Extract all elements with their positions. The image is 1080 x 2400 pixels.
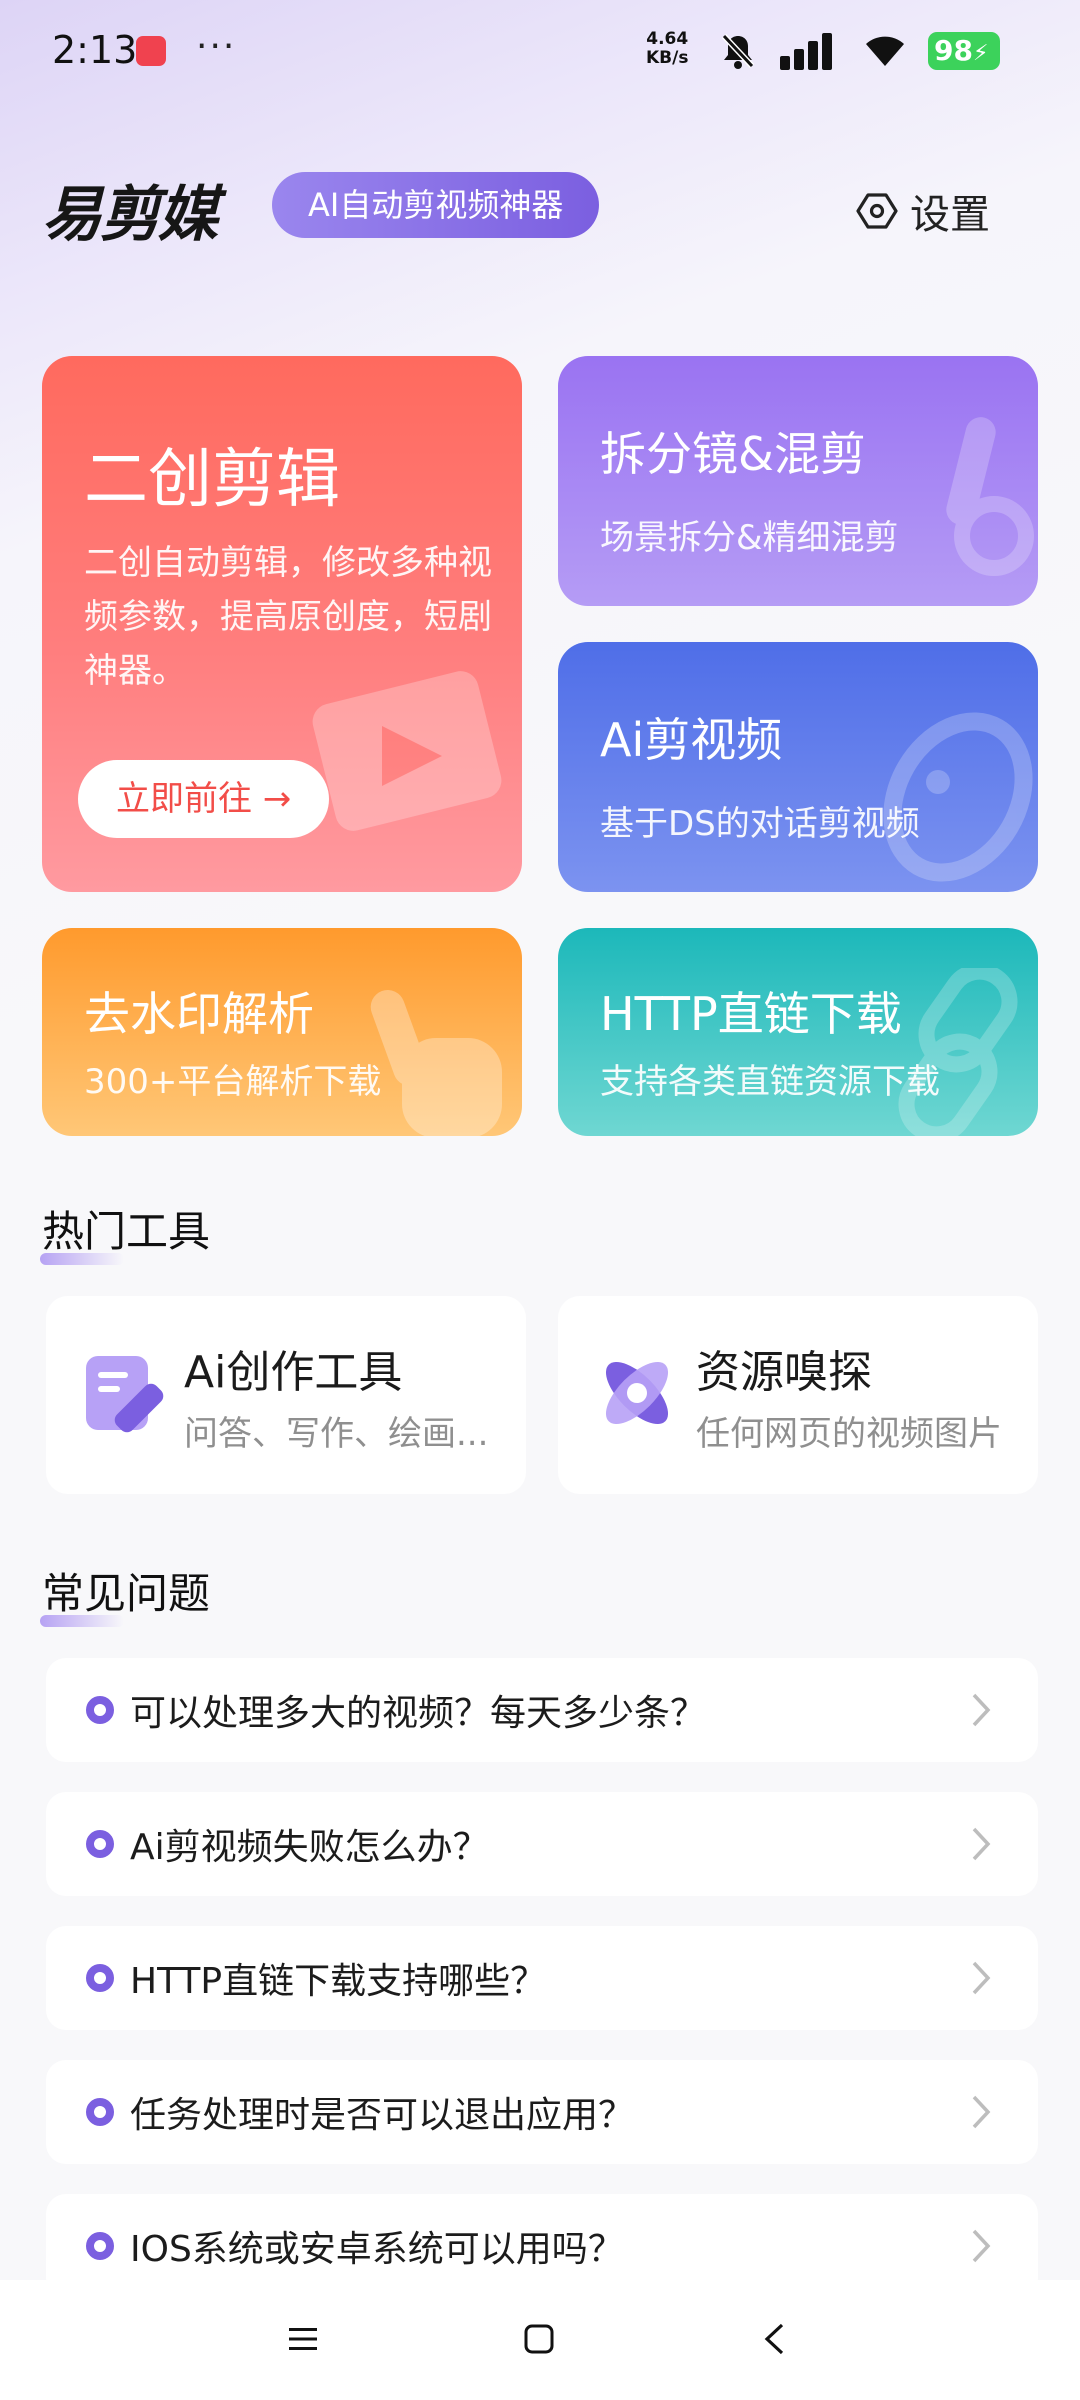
signal-icon	[780, 33, 832, 70]
card-split-mix[interactable]: 拆分镜&混剪 场景拆分&精细混剪	[558, 356, 1038, 606]
bullet-icon	[86, 1964, 114, 1992]
tool-resource-sniffer[interactable]: 资源嗅探 任何网页的视频图片	[558, 1296, 1038, 1494]
chevron-right-icon	[972, 1827, 991, 1861]
network-speed-unit: KB/s	[646, 48, 689, 68]
chevron-right-icon	[972, 2095, 991, 2129]
home-icon[interactable]	[524, 2324, 554, 2354]
card-http-download[interactable]: HTTP直链下载 支持各类直链资源下载	[558, 928, 1038, 1136]
faq-section-title: 常见问题	[40, 1560, 211, 1627]
scissors-icon	[946, 417, 1034, 576]
bullet-icon	[86, 2232, 114, 2260]
battery-level: 98	[934, 34, 973, 67]
faq-question: Ai剪视频失败怎么办？	[130, 1827, 489, 1868]
card-title: HTTP直链下载	[600, 987, 902, 1041]
card-title: 二创剪辑	[84, 443, 340, 517]
card-desc: 基于DS的对话剪视频	[600, 804, 920, 844]
network-speed: 4.64 KB/s	[646, 30, 688, 68]
card-desc: 场景拆分&精细混剪	[600, 518, 899, 558]
app-notification-icon	[136, 36, 166, 66]
tool-desc: 任何网页的视频图片	[696, 1414, 1002, 1454]
card-desc: 二创自动剪辑，修改多种视频参数，提高原创度，短剧神器。	[84, 543, 492, 691]
more-notifications-icon: ···	[196, 26, 237, 67]
card-ai-video[interactable]: Ai剪视频 基于DS的对话剪视频	[558, 642, 1038, 892]
menu-icon[interactable]	[288, 2326, 318, 2352]
faq-question: 任务处理时是否可以退出应用？	[130, 2095, 635, 2136]
faq-title: 常见问题	[42, 1569, 211, 1618]
settings-hex-icon	[856, 193, 898, 229]
faq-question: HTTP直链下载支持哪些？	[130, 1961, 547, 2002]
card-desc: 300+平台解析下载	[84, 1062, 382, 1102]
faq-question: IOS系统或安卓系统可以用吗？	[130, 2229, 624, 2270]
card-secondary-edit[interactable]: 二创剪辑 二创自动剪辑，修改多种视频参数，提高原创度，短剧神器。 立即前往 →	[42, 356, 522, 892]
back-icon[interactable]	[762, 2322, 786, 2356]
card-title: 去水印解析	[84, 987, 314, 1041]
go-now-button[interactable]: 立即前往 →	[78, 760, 330, 838]
tool-title: 资源嗅探	[696, 1347, 872, 1398]
faq-item[interactable]: Ai剪视频失败怎么办？	[46, 1792, 1038, 1896]
settings-button[interactable]: 设置	[856, 182, 990, 240]
card-title: Ai剪视频	[600, 713, 783, 767]
mute-bell-icon	[721, 33, 755, 69]
hot-tools-title: 热门工具	[42, 1207, 211, 1256]
tool-desc: 问答、写作、绘画...	[184, 1414, 489, 1454]
chevron-right-icon	[972, 1693, 991, 1727]
bullet-icon	[86, 1696, 114, 1724]
chevron-right-icon	[972, 1961, 991, 1995]
network-speed-value: 4.64	[646, 29, 689, 49]
card-desc: 支持各类直链资源下载	[600, 1062, 940, 1102]
tool-ai-creation[interactable]: Ai创作工具 问答、写作、绘画...	[46, 1296, 526, 1494]
faq-item[interactable]: 可以处理多大的视频？每天多少条？	[46, 1658, 1038, 1762]
charging-icon: ⚡	[972, 41, 989, 66]
tagline-badge: AI自动剪视频神器	[272, 172, 600, 238]
app-logo: 易剪媒	[42, 180, 218, 250]
faq-item[interactable]: 任务处理时是否可以退出应用？	[46, 2060, 1038, 2164]
bullet-icon	[86, 2098, 114, 2126]
bullet-icon	[86, 1830, 114, 1858]
battery-indicator: 98⚡	[928, 32, 1000, 70]
system-nav-bar	[0, 2280, 1080, 2400]
tool-title: Ai创作工具	[184, 1347, 403, 1398]
card-remove-watermark[interactable]: 去水印解析 300+平台解析下载	[42, 928, 522, 1136]
edit-note-icon	[86, 1356, 164, 1433]
chevron-right-icon	[972, 2229, 991, 2263]
hot-tools-section-title: 热门工具	[40, 1198, 211, 1265]
link-chain-icon	[898, 968, 1018, 1136]
status-time: 2:13	[52, 28, 138, 72]
faq-question: 可以处理多大的视频？每天多少条？	[130, 1693, 707, 1734]
wifi-icon	[866, 36, 904, 66]
card-title: 拆分镜&混剪	[600, 427, 866, 481]
faq-item[interactable]: HTTP直链下载支持哪些？	[46, 1926, 1038, 2030]
atom-sniff-icon	[605, 1361, 669, 1425]
settings-label: 设置	[910, 192, 990, 238]
